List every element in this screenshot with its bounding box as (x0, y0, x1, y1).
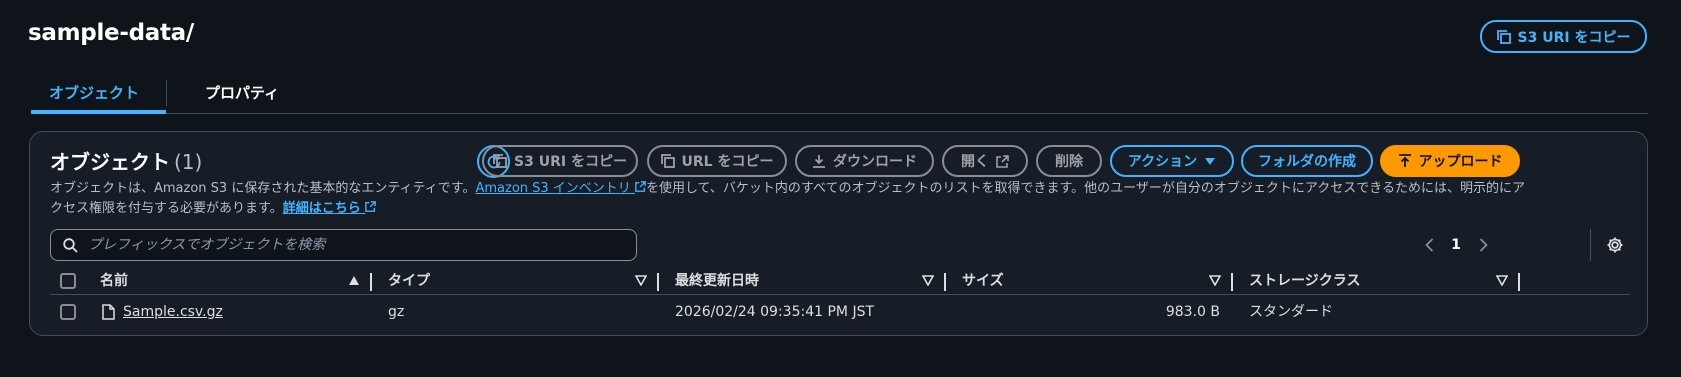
tab-properties[interactable]: プロパティ (187, 76, 297, 114)
chevron-right-icon (1479, 238, 1488, 252)
page-title: sample-data/ (28, 20, 194, 46)
actions-label: アクション (1127, 154, 1198, 170)
external-link-icon (365, 201, 377, 212)
table-settings-button[interactable] (1603, 233, 1627, 257)
column-resizer[interactable] (1518, 273, 1520, 291)
table-row: Sample.csv.gz gz 2026/02/24 09:35:41 PM … (50, 297, 1630, 327)
copy-url-button[interactable]: URL をコピー (647, 145, 787, 177)
open-label: 開く (961, 154, 989, 170)
create-folder-label: フォルダの作成 (1258, 154, 1356, 170)
sort-ascending-icon[interactable] (348, 275, 360, 286)
file-icon (102, 304, 115, 320)
column-resizer[interactable] (657, 273, 659, 291)
search-input[interactable] (88, 237, 608, 253)
column-header-type[interactable]: タイプ (388, 269, 430, 295)
external-link-icon (996, 154, 1009, 168)
delete-label: 削除 (1055, 154, 1083, 170)
table-header: 名前 タイプ 最終更新日時 サイズ ストレージクラス (50, 269, 1630, 295)
inventory-link-label: Amazon S3 インベントリ (475, 181, 631, 196)
object-storage-class: スタンダード (1249, 304, 1333, 320)
learn-more-link[interactable]: 詳細はこちら (283, 201, 377, 216)
copy-icon (660, 154, 675, 168)
upload-button[interactable]: アップロード (1380, 145, 1520, 177)
object-size: 983.0 B (1165, 304, 1220, 320)
description-text-2: を使用して、バケット内のすべてのオブジェクトのリストを取得できます。他のユーザー… (645, 181, 1525, 196)
actions-dropdown[interactable]: アクション (1110, 145, 1234, 177)
search-icon (63, 237, 78, 253)
object-last-modified: 2026/02/24 09:35:41 PM JST (675, 304, 875, 320)
panel-description: オブジェクトは、Amazon S3 に保存された基本的なエンティティです。Ama… (50, 179, 1630, 219)
column-header-storage-class[interactable]: ストレージクラス (1249, 269, 1360, 295)
description-text-1: オブジェクトは、Amazon S3 に保存された基本的なエンティティです。 (50, 181, 476, 196)
description-text-3: クセス権限を付与する必要があります。 (50, 201, 283, 216)
column-resizer[interactable] (944, 273, 946, 291)
objects-panel: オブジェクト (1) S3 URI をコピー URL をコピー ダウンロード 開く… (29, 131, 1648, 336)
delete-button[interactable]: 削除 (1036, 145, 1102, 177)
copy-s3-uri-header-label: S3 URI をコピー (1517, 29, 1631, 46)
settings-icon (1607, 237, 1623, 253)
external-link-icon (635, 181, 646, 192)
copy-s3-uri-label: S3 URI をコピー (514, 154, 627, 170)
pagination: 1 (1415, 229, 1497, 261)
create-folder-button[interactable]: フォルダの作成 (1241, 145, 1373, 177)
tab-bar: オブジェクト プロパティ (31, 76, 1648, 114)
upload-label: アップロード (1418, 154, 1503, 170)
caret-down-icon (1205, 157, 1216, 165)
column-header-size[interactable]: サイズ (962, 269, 1004, 295)
open-button[interactable]: 開く (942, 145, 1028, 177)
previous-page-button[interactable] (1415, 231, 1443, 259)
sort-descending-icon[interactable] (1209, 275, 1221, 286)
copy-icon (493, 154, 507, 168)
object-type: gz (388, 304, 405, 320)
column-header-last-modified[interactable]: 最終更新日時 (675, 269, 759, 295)
tab-objects[interactable]: オブジェクト (31, 76, 166, 114)
inventory-link[interactable]: Amazon S3 インベントリ (475, 181, 646, 196)
object-name-link[interactable]: Sample.csv.gz (123, 297, 223, 327)
pager-divider (1590, 229, 1591, 261)
download-label: ダウンロード (833, 154, 917, 170)
download-button[interactable]: ダウンロード (795, 145, 934, 177)
column-resizer[interactable] (370, 273, 372, 291)
row-select-checkbox[interactable] (60, 304, 76, 320)
copy-url-label: URL をコピー (681, 154, 774, 170)
sort-descending-icon[interactable] (922, 275, 934, 286)
column-header-name[interactable]: 名前 (100, 269, 128, 295)
copy-s3-uri-header-button[interactable]: S3 URI をコピー (1480, 20, 1647, 53)
column-resizer[interactable] (1231, 273, 1233, 291)
chevron-left-icon (1424, 238, 1433, 252)
current-page-number[interactable]: 1 (1443, 237, 1469, 253)
select-all-checkbox[interactable] (60, 273, 76, 289)
search-box (50, 229, 637, 261)
learn-more-label: 詳細はこちら (282, 201, 361, 216)
next-page-button[interactable] (1469, 231, 1497, 259)
copy-s3-uri-button[interactable]: S3 URI をコピー (482, 145, 638, 177)
tab-divider (166, 80, 167, 106)
download-icon (813, 155, 825, 168)
sort-descending-icon[interactable] (1496, 275, 1508, 286)
copy-icon (1496, 29, 1511, 44)
upload-icon (1398, 154, 1411, 167)
sort-descending-icon[interactable] (635, 275, 647, 286)
objects-toolbar: S3 URI をコピー URL をコピー ダウンロード 開く 削除 アクション … (30, 145, 1647, 179)
